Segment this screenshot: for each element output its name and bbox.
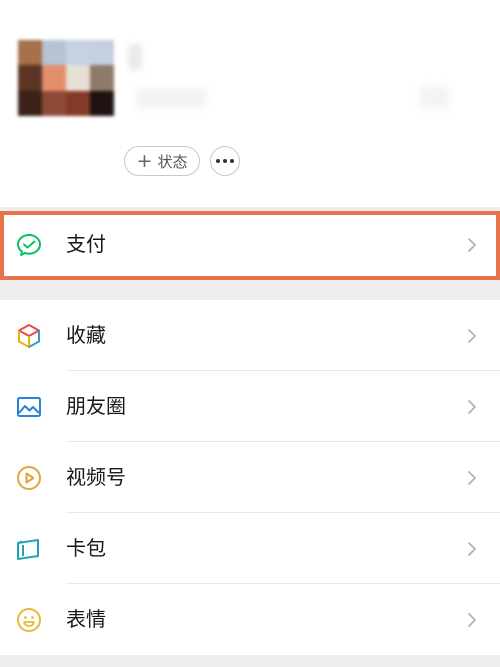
avatar[interactable] bbox=[18, 40, 114, 116]
avatar-pixel bbox=[90, 40, 114, 66]
menu-item-label: 卡包 bbox=[66, 536, 106, 560]
profile-header: + 状态 bbox=[0, 0, 500, 207]
favorites-cube-icon bbox=[18, 324, 40, 348]
avatar-pixel bbox=[66, 90, 90, 116]
chevron-right-icon bbox=[468, 329, 476, 343]
avatar-pixel bbox=[90, 90, 114, 116]
chevron-right-icon bbox=[468, 400, 476, 414]
menu-item-card-wallet[interactable]: 卡包 bbox=[0, 513, 500, 584]
chevron-right-icon bbox=[468, 238, 476, 252]
plus-icon: + bbox=[136, 149, 153, 172]
wechat-id-blurred bbox=[136, 88, 206, 108]
avatar-pixel bbox=[42, 40, 66, 66]
menu-item-favorites[interactable]: 收藏 bbox=[0, 300, 500, 371]
chevron-right-icon bbox=[468, 471, 476, 485]
avatar-pixel bbox=[66, 40, 90, 66]
avatar-pixel bbox=[18, 40, 42, 66]
chevron-right-icon bbox=[468, 542, 476, 556]
menu-item-label: 表情 bbox=[66, 607, 106, 631]
sticker-smile-icon bbox=[17, 608, 41, 632]
menu-item-label: 支付 bbox=[66, 232, 106, 256]
menu-item-label: 朋友圈 bbox=[66, 394, 126, 418]
status-label: 状态 bbox=[157, 152, 188, 171]
avatar-pixel bbox=[90, 65, 114, 91]
avatar-pixel bbox=[18, 65, 42, 91]
menu-item-label: 收藏 bbox=[66, 323, 106, 347]
add-status-button[interactable]: + 状态 bbox=[124, 146, 200, 176]
qr-code-blurred[interactable] bbox=[420, 86, 450, 108]
card-wallet-icon bbox=[17, 539, 39, 560]
menu-item-label: 视频号 bbox=[66, 465, 126, 489]
channels-play-icon bbox=[17, 466, 41, 490]
avatar-pixel bbox=[66, 65, 90, 91]
avatar-pixel bbox=[42, 90, 66, 116]
nickname-blurred bbox=[128, 44, 142, 70]
avatar-pixel bbox=[18, 90, 42, 116]
menu-list: 收藏 朋友圈 视频号 卡包 表情 bbox=[0, 300, 500, 655]
moments-picture-icon bbox=[17, 397, 41, 417]
menu-item-pay[interactable]: 支付 bbox=[0, 211, 500, 280]
chevron-right-icon bbox=[468, 613, 476, 627]
menu-item-moments[interactable]: 朋友圈 bbox=[0, 371, 500, 442]
wechat-pay-icon bbox=[17, 234, 41, 256]
menu-item-channels[interactable]: 视频号 bbox=[0, 442, 500, 513]
menu-item-stickers[interactable]: 表情 bbox=[0, 584, 500, 655]
more-dots-icon[interactable] bbox=[210, 146, 240, 176]
avatar-pixel bbox=[42, 65, 66, 91]
